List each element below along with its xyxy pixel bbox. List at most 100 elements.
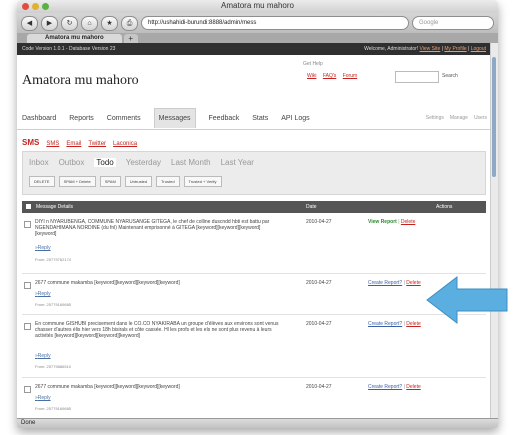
help-links: Wiki FAQ's Forum [307,73,362,79]
callout-arrow-icon [426,275,508,325]
new-tab-button[interactable]: + [123,34,138,43]
period-last-month[interactable]: Last Month [171,158,211,167]
reply-label: Reply [37,291,51,297]
delete-link[interactable]: Delete [406,321,420,327]
my-profile-link[interactable]: My Profile [444,46,466,52]
faq-link[interactable]: FAQ's [323,73,336,79]
select-all-checkbox[interactable] [26,204,31,209]
row-actions: Create Report? | Delete [368,384,421,390]
action-separator: | [398,219,400,225]
create-report-link[interactable]: Create Report? [368,280,402,286]
back-icon[interactable]: ◀ [21,15,38,31]
status-text: Done [21,420,36,426]
scrollbar-thumb[interactable] [492,57,496,177]
message-from: From: 25779169685 [35,406,72,411]
table-header: Message Details Date Actions [22,201,486,213]
print-icon[interactable]: ⎙ [121,15,138,31]
header-date: Date [306,204,317,210]
bookmark-icon[interactable]: ★ [101,15,118,31]
browser-tab[interactable]: Amatora mu mahoro [27,34,122,43]
subtab-twitter[interactable]: Twitter [88,141,106,147]
home-icon[interactable]: ⌂ [81,15,98,31]
tab-stats[interactable]: Stats [252,115,268,122]
message-text: 2677 commune makamba [keyword][keyword][… [35,384,180,390]
settings-link[interactable]: Settings [426,115,444,121]
create-report-link[interactable]: Create Report? [368,384,402,390]
delete-button[interactable]: DELETE [29,176,55,187]
tab-comments[interactable]: Comments [107,115,141,122]
nav-right-links: Settings Manage Users [426,115,491,121]
message-date: 2010-04-27 [306,321,332,327]
header-search-input[interactable] [395,71,439,83]
delete-link[interactable]: Delete [401,219,415,225]
welcome-text: Welcome, Administrator! [364,46,419,52]
forum-link[interactable]: Forum [343,73,357,79]
action-separator: | [403,384,405,390]
header-search-button[interactable]: Search [442,73,458,79]
subtab-sms[interactable]: SMS [46,141,59,147]
tab-reports[interactable]: Reports [69,115,94,122]
period-last-year[interactable]: Last Year [221,158,254,167]
row-checkbox[interactable] [24,323,31,330]
reply-label: Reply [37,395,51,401]
reply-link[interactable]: »Reply [35,395,51,401]
subtab-email[interactable]: Email [66,141,81,147]
users-link[interactable]: Users [474,115,487,121]
version-info: Code Version 1.0.1 - Database Version 23 [22,46,116,52]
row-actions: Create Report? | Delete [368,321,421,327]
spam-delete-button[interactable]: SPAM + Delete [58,176,96,187]
manage-link[interactable]: Manage [450,115,468,121]
wiki-link[interactable]: Wiki [307,73,316,79]
forward-icon[interactable]: ▶ [41,15,58,31]
message-date: 2010-04-27 [306,219,332,225]
action-separator: | [403,321,405,327]
tab-feedback[interactable]: Feedback [209,115,240,122]
header-details: Message Details [36,204,73,210]
reply-label: Reply [37,353,51,359]
message-text: DIYI n NYARUBENGA, COMMUNE NYARUSANGE GI… [35,219,270,237]
url-input[interactable]: http://ushahidi-burundi:8888/admin/mess [141,16,409,30]
action-separator: | [403,280,405,286]
title-bar: Amatora mu mahoro [17,0,498,13]
row-checkbox[interactable] [24,221,31,228]
logout-link[interactable]: Logout [471,46,486,52]
row-checkbox[interactable] [24,282,31,289]
period-todo[interactable]: Todo [94,158,116,167]
view-site-link[interactable]: View Site [420,46,441,52]
period-outbox[interactable]: Outbox [59,158,85,167]
row-actions: View Report | Delete [368,219,415,225]
message-from: From: 25779169685 [35,302,72,307]
untrusted-button[interactable]: Untrusted [124,176,153,187]
tab-dashboard[interactable]: Dashboard [22,115,56,122]
spam-button[interactable]: SPAM [99,176,121,187]
tab-bar: Amatora mu mahoro + [17,33,498,43]
reply-label: Reply [37,245,51,251]
page-content: Code Version 1.0.1 - Database Version 23… [17,43,491,419]
period-inbox[interactable]: Inbox [29,158,49,167]
reply-link[interactable]: »Reply [35,353,51,359]
table-row: DIYI n NYARUBENGA, COMMUNE NYARUSANGE GI… [22,213,486,274]
filter-box: Inbox Outbox Todo Yesterday Last Month L… [22,151,486,195]
delete-link[interactable]: Delete [406,384,420,390]
tab-messages[interactable]: Messages [153,108,196,128]
tab-api-logs[interactable]: API Logs [281,115,309,122]
period-tabs: Inbox Outbox Todo Yesterday Last Month L… [29,158,254,167]
window-title: Amatora mu mahoro [221,1,294,10]
site-title: Amatora mu mahoro [22,73,139,88]
trusted-button[interactable]: Trusted [156,176,180,187]
message-from: From: 25779762174 [35,257,72,262]
vertical-scrollbar[interactable] [490,43,498,419]
reload-icon[interactable]: ↻ [61,15,78,31]
delete-link[interactable]: Delete [406,280,420,286]
row-checkbox[interactable] [24,386,31,393]
reply-link[interactable]: »Reply [35,291,51,297]
status-bar: Done [17,418,498,428]
create-report-link[interactable]: Create Report? [368,321,402,327]
message-type-tabs: SMS SMS Email Twitter Laconica [17,130,491,151]
subtab-laconica[interactable]: Laconica [113,141,137,147]
period-yesterday[interactable]: Yesterday [126,158,161,167]
trusted-verify-button[interactable]: Trusted + Verify [183,176,222,187]
view-report-link[interactable]: View Report [368,219,397,225]
google-search-input[interactable]: Google [412,16,494,30]
reply-link[interactable]: »Reply [35,245,51,251]
